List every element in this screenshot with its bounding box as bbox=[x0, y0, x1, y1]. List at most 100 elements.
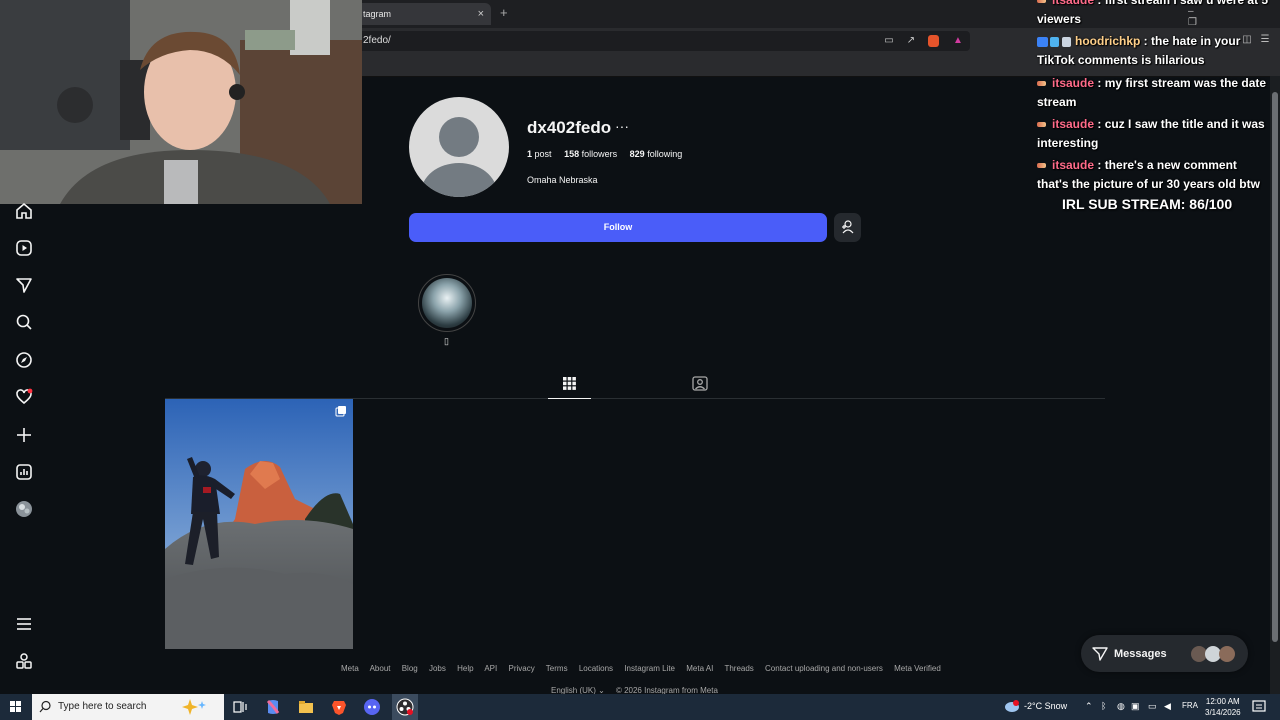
footer-link[interactable]: Meta bbox=[341, 664, 359, 673]
footer-link[interactable]: Privacy bbox=[508, 664, 534, 673]
following-count: 829 bbox=[629, 149, 645, 159]
profile-stats: 1 post 158 followers 829 following bbox=[527, 149, 682, 159]
network-icon[interactable]: ▭ bbox=[1148, 701, 1157, 712]
tab-posts[interactable] bbox=[548, 370, 591, 399]
bits-badge-icon bbox=[1062, 36, 1071, 47]
reels-icon[interactable] bbox=[15, 239, 33, 257]
followers-link[interactable]: 158 followers bbox=[564, 149, 617, 159]
rewards-icon[interactable]: ▲ bbox=[951, 34, 965, 48]
follow-button[interactable]: Follow bbox=[409, 213, 827, 242]
sub-goal-counter: IRL SUB STREAM: 86/100 bbox=[1062, 196, 1233, 212]
messages-label: Messages bbox=[1114, 648, 1167, 660]
chat-username: itsaude bbox=[1052, 158, 1095, 172]
profile-location: Omaha Nebraska bbox=[527, 175, 598, 185]
post-thumbnail[interactable] bbox=[165, 399, 353, 649]
task-view-icon[interactable] bbox=[231, 698, 249, 716]
browser-tab[interactable]: tagram × bbox=[355, 3, 491, 25]
input-language[interactable]: FRA bbox=[1182, 701, 1198, 710]
file-explorer-icon[interactable] bbox=[297, 698, 315, 716]
clock-time: 12:00 AM bbox=[1205, 697, 1240, 706]
chat-separator: : bbox=[1094, 117, 1105, 131]
taskbar-search-placeholder: Type here to search bbox=[58, 701, 147, 712]
story-highlight-label: ▯ bbox=[444, 336, 449, 346]
new-tab-button[interactable]: + bbox=[500, 5, 508, 20]
profile-username: dx402fedo bbox=[527, 118, 612, 137]
bluetooth-icon[interactable]: ᛒ bbox=[1101, 701, 1106, 711]
chat-username: itsaude bbox=[1052, 0, 1095, 7]
footer-link[interactable]: Jobs bbox=[429, 664, 446, 673]
footer-link[interactable]: Blog bbox=[402, 664, 418, 673]
chat-message: itsaude : my first stream was the date s… bbox=[1037, 74, 1269, 112]
clock-date: 3/14/2026 bbox=[1205, 708, 1241, 717]
footer-link[interactable]: Help bbox=[457, 664, 473, 673]
weather-text[interactable]: -2°C Snow bbox=[1024, 701, 1067, 711]
share-icon[interactable]: ↗ bbox=[904, 34, 918, 48]
footer-link[interactable]: Meta Verified bbox=[894, 664, 941, 673]
sub-badge-icon bbox=[1037, 81, 1046, 87]
followers-label: followers bbox=[581, 149, 618, 159]
footer-link[interactable]: Meta AI bbox=[686, 664, 713, 673]
discord-icon[interactable] bbox=[363, 698, 381, 716]
suggested-accounts-button[interactable] bbox=[834, 213, 861, 242]
weather-snow-icon[interactable] bbox=[1003, 699, 1021, 715]
notifications-heart-icon[interactable] bbox=[15, 388, 33, 406]
footer-link[interactable]: Threads bbox=[724, 664, 753, 673]
also-from-meta-icon[interactable] bbox=[15, 652, 33, 670]
notification-center-icon[interactable] bbox=[1252, 700, 1266, 714]
grid-icon bbox=[563, 377, 576, 390]
taskbar-search-icon bbox=[39, 700, 51, 713]
home-icon[interactable] bbox=[15, 202, 33, 220]
story-highlight-thumbnail[interactable] bbox=[422, 278, 472, 328]
chat-separator: : bbox=[1140, 34, 1152, 48]
chat-username: itsaude bbox=[1052, 76, 1095, 90]
create-icon[interactable] bbox=[15, 426, 33, 444]
chat-username: itsaude bbox=[1052, 117, 1095, 131]
footer-link[interactable]: API bbox=[484, 664, 497, 673]
sub-badge-icon bbox=[1037, 163, 1046, 169]
windows-start-icon[interactable] bbox=[0, 694, 32, 720]
footer-link[interactable]: Contact uploading and non-users bbox=[765, 664, 883, 673]
following-label: following bbox=[647, 149, 683, 159]
followers-count: 158 bbox=[564, 149, 580, 159]
microphone-icon[interactable]: ◍ bbox=[1117, 701, 1125, 712]
meet-now-icon[interactable]: ▣ bbox=[1131, 701, 1140, 712]
posts-label: post bbox=[534, 149, 552, 159]
chat-message: hoodrichkp : the hate in your TikTok com… bbox=[1037, 32, 1269, 70]
cast-icon[interactable]: ▭ bbox=[882, 34, 896, 48]
chat-message: itsaude : cuz I saw the title and it was… bbox=[1037, 115, 1269, 153]
footer-link[interactable]: Locations bbox=[579, 664, 613, 673]
volume-icon[interactable]: ◀ bbox=[1164, 701, 1171, 712]
footer-link[interactable]: Terms bbox=[546, 664, 568, 673]
taskbar-clock[interactable]: 12:00 AM 3/14/2026 bbox=[1205, 696, 1241, 718]
scrollbar-thumb[interactable] bbox=[1272, 92, 1278, 642]
following-link[interactable]: 829 following bbox=[630, 149, 683, 159]
brave-shield-icon[interactable] bbox=[928, 35, 939, 47]
direct-messages-icon[interactable] bbox=[15, 276, 33, 294]
footer-link[interactable]: About bbox=[370, 664, 391, 673]
chat-message: itsaude : there's a new comment that's t… bbox=[1037, 156, 1269, 194]
prime-badge-icon bbox=[1037, 36, 1048, 47]
more-menu-icon[interactable] bbox=[15, 615, 33, 633]
more-options-icon[interactable]: ··· bbox=[615, 118, 629, 134]
chat-separator: : bbox=[1094, 76, 1105, 90]
tagged-icon bbox=[692, 376, 708, 391]
profile-avatar-icon[interactable] bbox=[15, 500, 33, 518]
posts-count: 1 bbox=[527, 149, 533, 159]
dashboard-icon[interactable] bbox=[15, 463, 33, 481]
profile-avatar[interactable] bbox=[409, 97, 509, 197]
url-text: 2fedo/ bbox=[363, 35, 391, 46]
obs-icon[interactable] bbox=[396, 698, 414, 716]
webcam-overlay bbox=[0, 0, 362, 204]
search-highlight-icon bbox=[182, 699, 206, 715]
chat-message: itsaude : first stream i saw u were at 5… bbox=[1037, 0, 1269, 29]
chat-separator: : bbox=[1094, 0, 1105, 7]
show-hidden-icons[interactable]: ⌃ bbox=[1085, 701, 1093, 712]
footer-link[interactable]: Instagram Lite bbox=[624, 664, 675, 673]
url-field[interactable]: 2fedo/ ▭ ↗ ▲ bbox=[355, 31, 970, 51]
brave-browser-icon[interactable] bbox=[330, 698, 348, 716]
tab-close-icon[interactable]: × bbox=[478, 3, 484, 25]
search-icon[interactable] bbox=[15, 313, 33, 331]
explore-icon[interactable] bbox=[15, 351, 33, 369]
copilot-icon[interactable] bbox=[264, 698, 282, 716]
tab-tagged[interactable] bbox=[686, 370, 714, 398]
